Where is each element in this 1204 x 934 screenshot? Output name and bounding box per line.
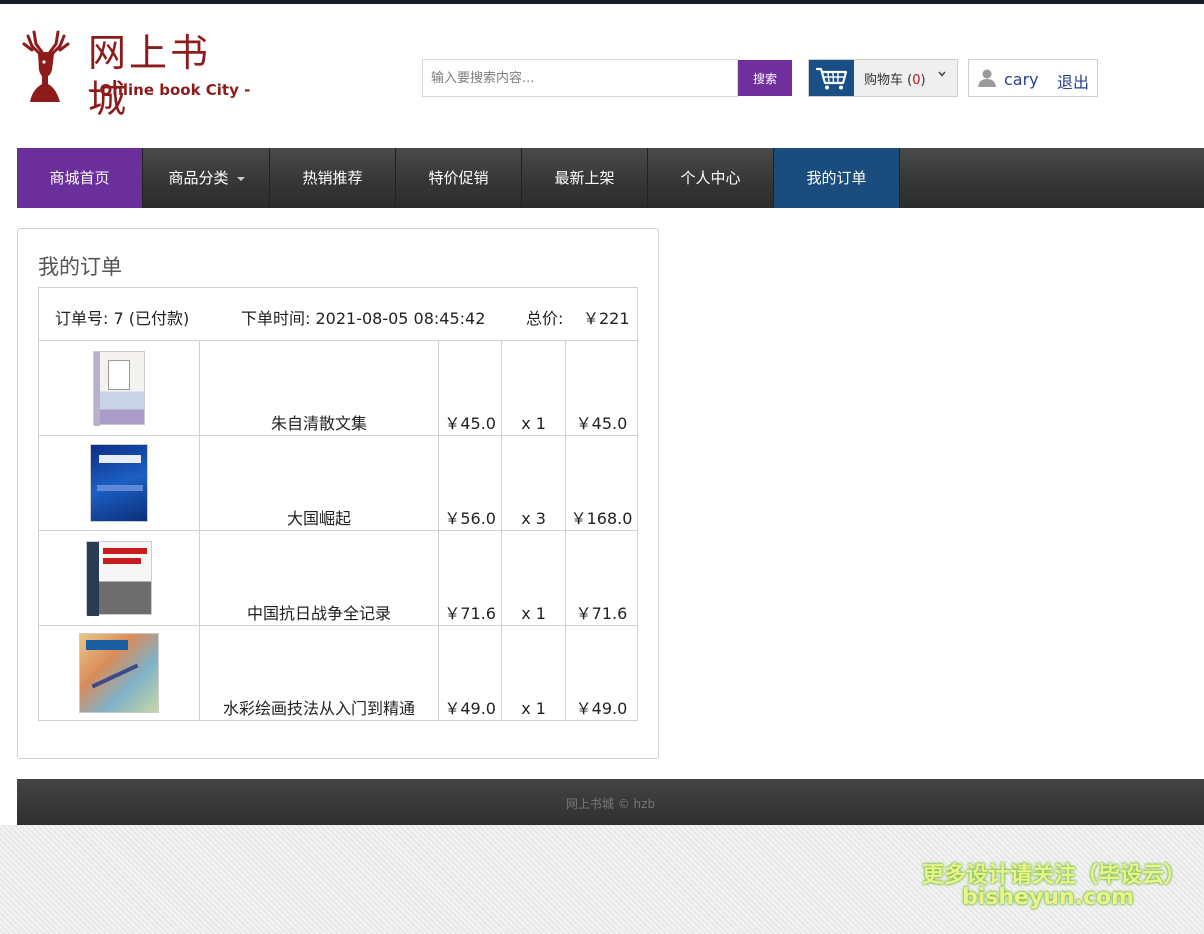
search-button[interactable]: 搜索	[738, 60, 792, 96]
nav-item-new[interactable]: 最新上架	[522, 148, 648, 208]
nav-item-categories[interactable]: 商品分类	[144, 148, 270, 208]
item-quantity: x 1	[501, 530, 566, 626]
book-cover-image[interactable]	[78, 633, 159, 713]
order-total-label: 总价:	[526, 308, 564, 328]
order-item-row: 水彩绘画技法从入门到精通 ￥49.0 x 1 ￥49.0	[38, 625, 639, 721]
item-subtotal: ￥45.0	[564, 340, 639, 436]
order-item-row: 中国抗日战争全记录 ￥71.6 x 1 ￥71.6	[38, 530, 639, 626]
item-subtotal: ￥49.0	[564, 625, 639, 721]
nav-item-orders[interactable]: 我的订单	[774, 148, 900, 208]
cart-label: 购物车 (0)	[864, 69, 926, 88]
main-nav: 商城首页 商品分类 热销推荐 特价促销 最新上架 个人中心 我的订单	[17, 148, 1204, 208]
order-time: 下单时间: 2021-08-05 08:45:42	[241, 308, 486, 328]
cart-count-close: )	[920, 73, 926, 88]
deer-logo-icon	[22, 30, 70, 102]
nav-item-categories-label: 商品分类	[168, 169, 229, 187]
book-cover-image[interactable]	[92, 351, 145, 426]
site-logo[interactable]: 网上书城 - Online book City -	[22, 30, 250, 121]
item-quantity: x 1	[501, 340, 566, 436]
book-cover-image[interactable]	[85, 541, 152, 616]
user-box: cary 退出	[968, 59, 1098, 97]
footer-text: 网上书城 © hzb	[565, 797, 656, 811]
footer: 网上书城 © hzb	[17, 779, 1204, 825]
user-icon	[978, 69, 996, 87]
nav-item-sale[interactable]: 特价促销	[396, 148, 522, 208]
item-name: 中国抗日战争全记录	[198, 530, 440, 626]
item-quantity: x 1	[501, 625, 566, 721]
order-item-row: 朱自清散文集 ￥45.0 x 1 ￥45.0	[38, 340, 639, 436]
order-header-row: 订单号: 7 (已付款) 下单时间: 2021-08-05 08:45:42 总…	[38, 287, 638, 341]
item-price: ￥71.6	[438, 530, 503, 626]
item-quantity: x 3	[501, 435, 566, 531]
cart-dropdown[interactable]: 购物车 (0)	[808, 59, 958, 97]
search-input[interactable]	[422, 59, 738, 97]
page-title: 我的订单	[38, 255, 122, 279]
nav-item-hot[interactable]: 热销推荐	[270, 148, 396, 208]
order-number: 订单号: 7 (已付款)	[55, 308, 190, 328]
item-subtotal: ￥168.0	[564, 435, 639, 531]
item-subtotal: ￥71.6	[564, 530, 639, 626]
watermark-line2: bisheyun.com	[962, 885, 1135, 910]
order-total: ￥221	[583, 308, 630, 328]
username[interactable]: cary	[1004, 70, 1039, 89]
item-price: ￥49.0	[438, 625, 503, 721]
item-name: 大国崛起	[198, 435, 440, 531]
nav-item-home[interactable]: 商城首页	[17, 148, 143, 208]
book-cover-image[interactable]	[89, 444, 148, 522]
chevron-down-icon	[937, 69, 947, 82]
cart-count: 0	[912, 73, 921, 88]
cart-icon	[809, 60, 854, 96]
item-price: ￥56.0	[438, 435, 503, 531]
caret-down-icon	[236, 176, 245, 181]
orders-panel: 我的订单 订单号: 7 (已付款) 下单时间: 2021-08-05 08:45…	[17, 228, 659, 759]
logo-chinese-text: 网上书城	[88, 31, 212, 121]
nav-item-profile[interactable]: 个人中心	[648, 148, 774, 208]
order-item-row: 大国崛起 ￥56.0 x 3 ￥168.0	[38, 435, 639, 531]
search-bar: 搜索	[422, 59, 793, 97]
cart-text: 购物车	[864, 73, 904, 88]
item-name: 朱自清散文集	[198, 340, 440, 436]
item-name: 水彩绘画技法从入门到精通	[198, 625, 440, 721]
item-price: ￥45.0	[438, 340, 503, 436]
logout-link[interactable]: 退出	[1057, 69, 1089, 93]
order-table: 订单号: 7 (已付款) 下单时间: 2021-08-05 08:45:42 总…	[38, 287, 639, 721]
logo-english-text: - Online book City -	[88, 81, 251, 99]
